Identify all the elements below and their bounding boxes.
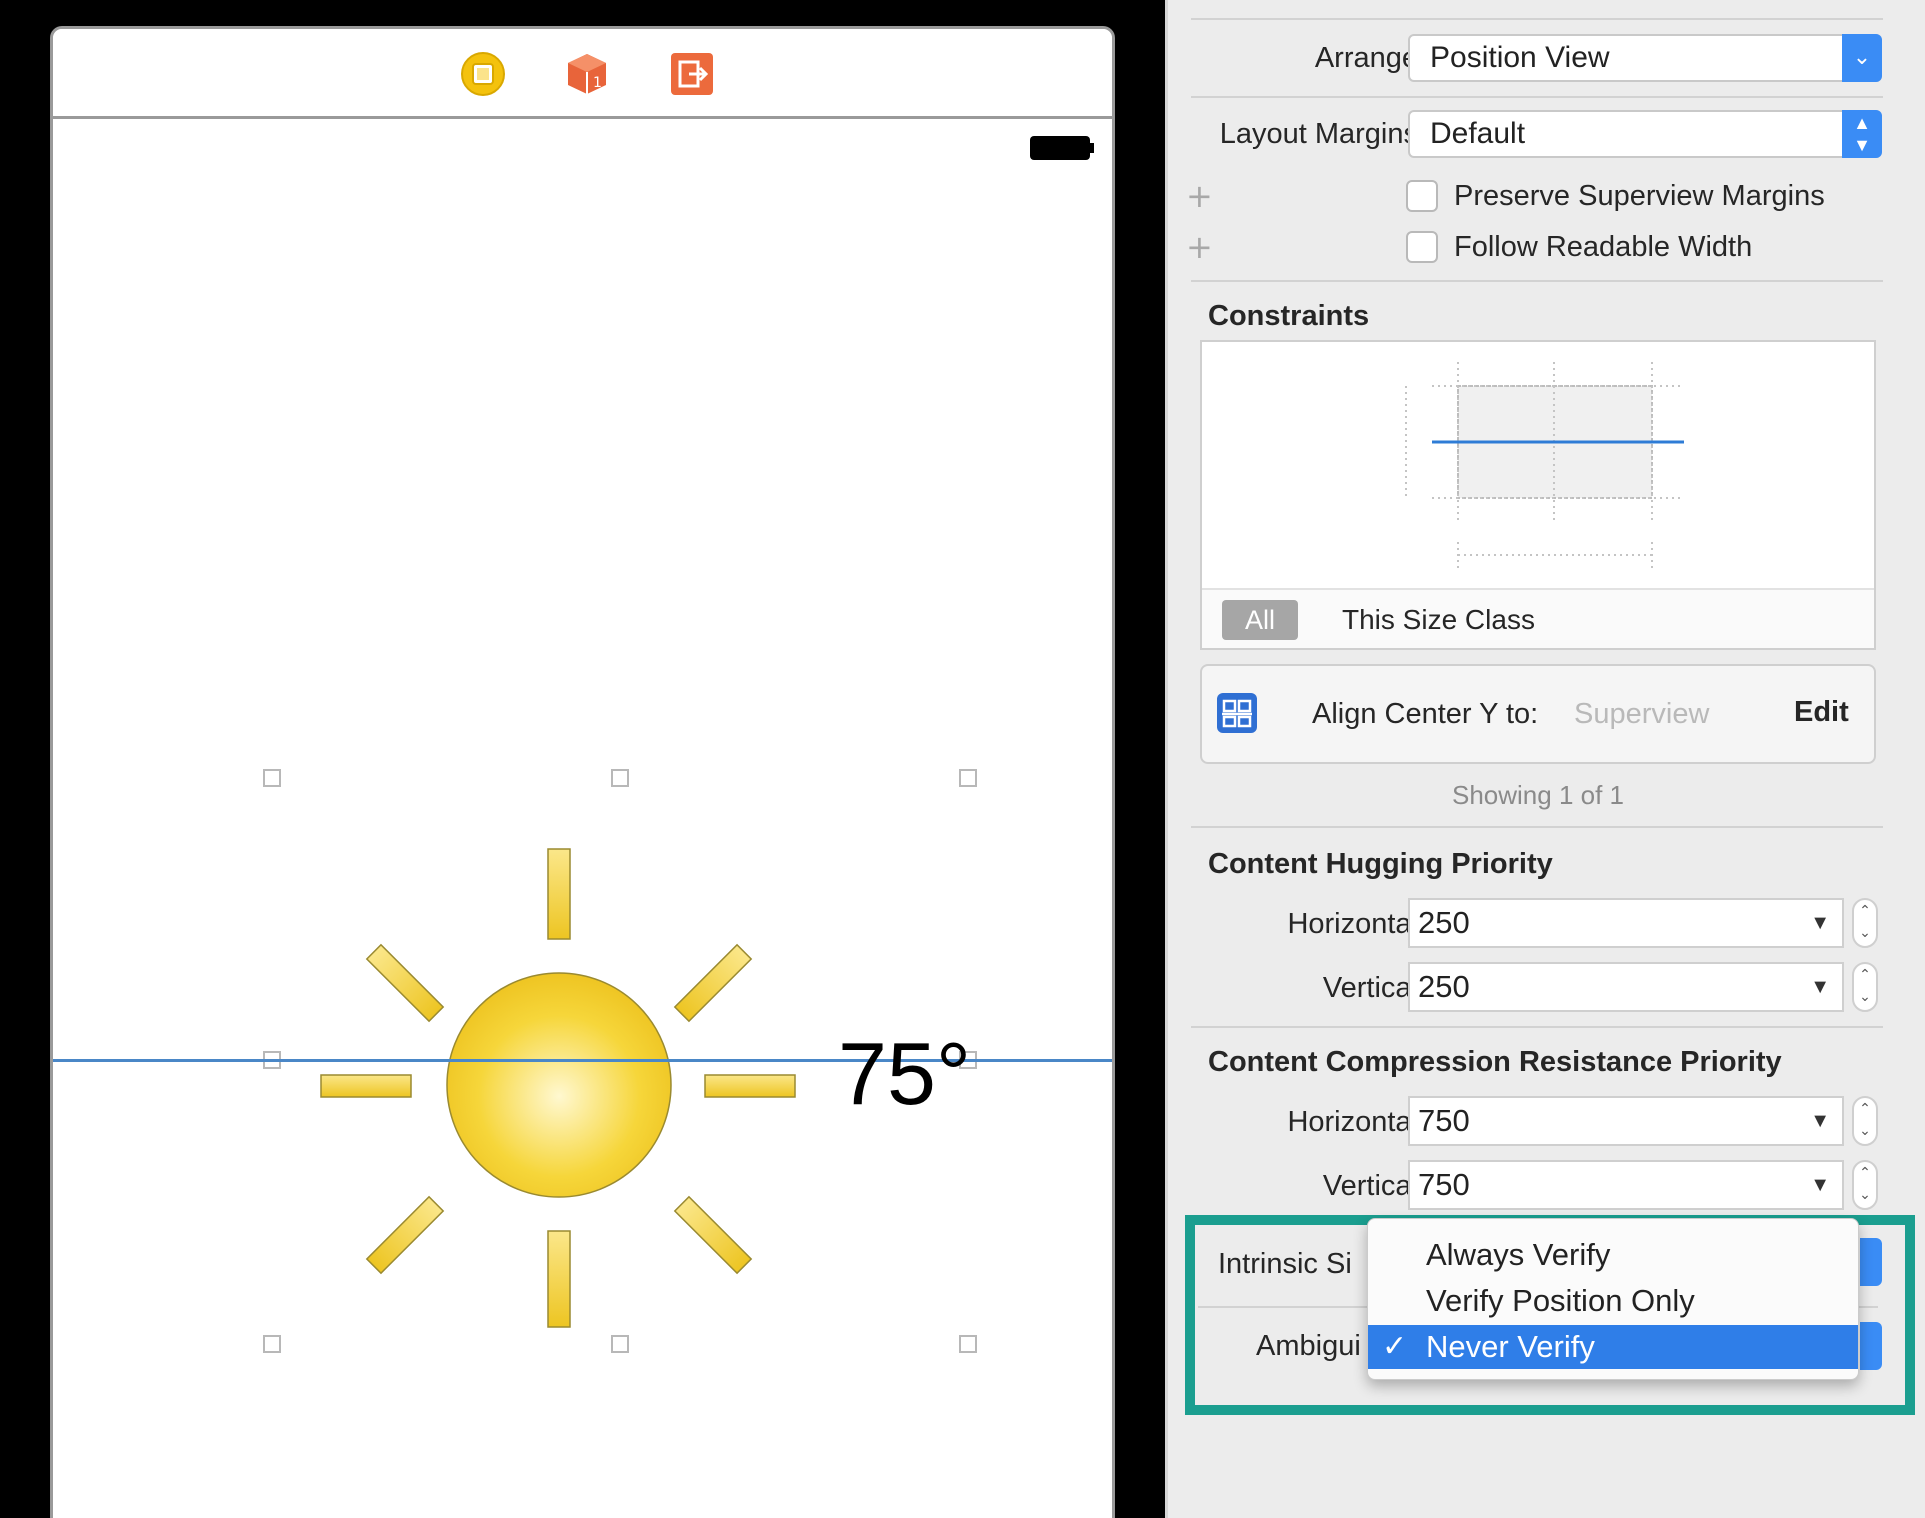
divider — [1191, 280, 1883, 282]
caret-down-icon[interactable]: ▼ — [1810, 1098, 1830, 1144]
arrange-value: Position View — [1430, 41, 1610, 74]
storyboard-canvas: 1 75° — [0, 0, 1165, 1518]
compression-horizontal-label: Horizontal — [1287, 1106, 1418, 1138]
exit-icon[interactable] — [669, 51, 715, 97]
constraint-item[interactable]: Align Center Y to: Superview Edit — [1200, 664, 1876, 764]
arrange-label: Arrange — [1314, 42, 1418, 74]
hugging-horizontal-label: Horizontal — [1287, 908, 1418, 940]
compression-vertical-label: Vertical — [1322, 1170, 1418, 1202]
view-controller-scene[interactable]: 1 75° — [50, 26, 1115, 1518]
compression-horizontal-stepper[interactable]: ⌃ ⌄ — [1852, 1096, 1878, 1146]
compression-horizontal-field[interactable]: 750 ▼ — [1408, 1096, 1844, 1146]
plus-icon[interactable]: + — [1186, 180, 1213, 212]
align-center-y-icon — [1217, 693, 1257, 733]
caret-down-icon[interactable]: ▼ — [1810, 964, 1830, 1010]
battery-icon — [1030, 136, 1094, 160]
menu-item-label: Always Verify — [1426, 1237, 1611, 1272]
hugging-horizontal-stepper[interactable]: ⌃ ⌄ — [1852, 898, 1878, 948]
tab-this-size-class[interactable]: This Size Class — [1342, 600, 1535, 640]
size-class-tabs: All This Size Class — [1202, 588, 1874, 648]
compression-vertical-field[interactable]: 750 ▼ — [1408, 1160, 1844, 1210]
follow-readable-width-label: Follow Readable Width — [1454, 231, 1753, 263]
hugging-vertical-value: 250 — [1418, 969, 1470, 1004]
resize-handle[interactable] — [611, 769, 629, 787]
constraint-label: Align Center Y to: — [1312, 698, 1539, 730]
hugging-vertical-label: Vertical — [1322, 972, 1418, 1004]
hugging-horizontal-field[interactable]: 250 ▼ — [1408, 898, 1844, 948]
constraints-count: Showing 1 of 1 — [1451, 780, 1624, 810]
hugging-horizontal-value: 250 — [1418, 905, 1470, 940]
menu-item-verify-position-only[interactable]: Verify Position Only — [1368, 1279, 1858, 1323]
resize-handle[interactable] — [959, 769, 977, 787]
constraints-diagram-box: All This Size Class — [1200, 340, 1876, 650]
menu-item-always-verify[interactable]: Always Verify — [1368, 1233, 1858, 1277]
scene-dock: 1 — [53, 29, 1112, 119]
divider — [1191, 826, 1883, 828]
menu-item-label: Verify Position Only — [1426, 1283, 1695, 1318]
compression-resistance-title: Content Compression Resistance Priority — [1208, 1046, 1782, 1078]
preserve-superview-margins-label: Preserve Superview Margins — [1454, 180, 1825, 212]
hugging-vertical-field[interactable]: 250 ▼ — [1408, 962, 1844, 1012]
hugging-vertical-stepper[interactable]: ⌃ ⌄ — [1852, 962, 1878, 1012]
layout-margins-label: Layout Margins — [1219, 118, 1418, 150]
edit-button[interactable]: Edit — [1794, 696, 1849, 729]
tab-all[interactable]: All — [1222, 600, 1298, 640]
preserve-superview-margins-checkbox[interactable] — [1406, 180, 1438, 212]
svg-text:1: 1 — [593, 75, 602, 91]
constraints-diagram[interactable] — [1202, 342, 1874, 588]
ambiguity-menu: Always Verify Verify Position Only ✓ Nev… — [1367, 1218, 1859, 1380]
plus-icon[interactable]: + — [1186, 231, 1213, 263]
sun-image[interactable] — [303, 819, 883, 1359]
constraint-target: Superview — [1574, 698, 1710, 730]
compression-vertical-stepper[interactable]: ⌃ ⌄ — [1852, 1160, 1878, 1210]
divider — [1191, 18, 1883, 20]
resize-handle[interactable] — [263, 769, 281, 787]
layout-margins-value: Default — [1430, 117, 1526, 150]
compression-vertical-value: 750 — [1418, 1167, 1470, 1202]
chevron-down-icon: ⌄ — [1842, 34, 1882, 82]
updown-chevron-icon: ▲ ▼ — [1842, 110, 1882, 158]
divider — [1191, 96, 1883, 98]
temperature-label[interactable]: 75° — [838, 1029, 971, 1119]
arrange-popup[interactable]: Position View ⌄ — [1408, 34, 1882, 82]
caret-down-icon[interactable]: ▼ — [1810, 1162, 1830, 1208]
resize-handle[interactable] — [263, 1335, 281, 1353]
first-responder-icon[interactable]: 1 — [564, 51, 610, 97]
menu-item-never-verify[interactable]: ✓ Never Verify — [1368, 1325, 1858, 1369]
caret-down-icon[interactable]: ▼ — [1810, 900, 1830, 946]
menu-item-label: Never Verify — [1426, 1329, 1595, 1364]
resize-handle[interactable] — [959, 1335, 977, 1353]
compression-horizontal-value: 750 — [1418, 1103, 1470, 1138]
constraints-title: Constraints — [1208, 300, 1370, 332]
checkmark-icon: ✓ — [1382, 1330, 1408, 1363]
content-hugging-title: Content Hugging Priority — [1208, 848, 1553, 880]
divider — [1191, 1026, 1883, 1028]
layout-margins-popup[interactable]: Default ▲ ▼ — [1408, 110, 1882, 158]
follow-readable-width-checkbox[interactable] — [1406, 231, 1438, 263]
view-controller-icon[interactable] — [460, 51, 506, 97]
